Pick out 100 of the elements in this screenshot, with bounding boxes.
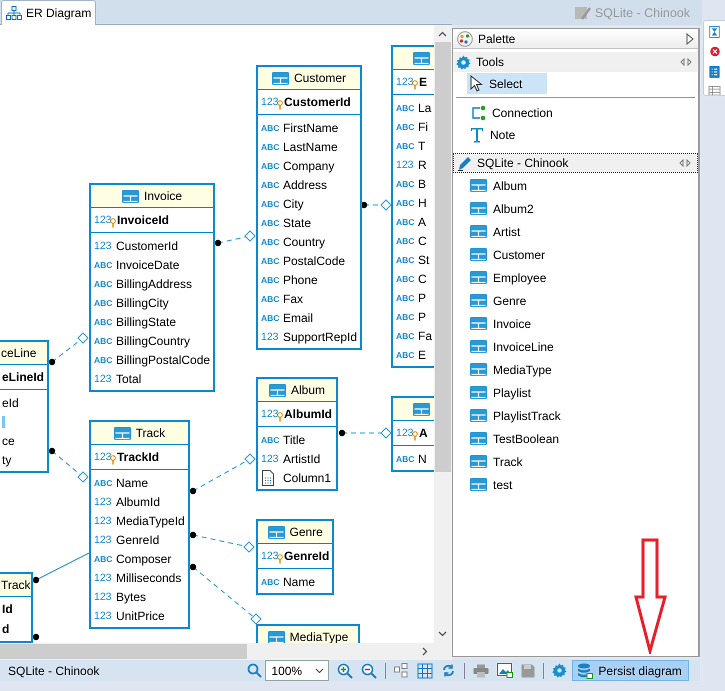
palette-item[interactable]: Connection (467, 102, 562, 123)
table-icon (470, 386, 487, 399)
type-label: ABC (94, 354, 114, 364)
column-name: Milliseconds (116, 570, 182, 584)
entity-table[interactable]: Genre 123 GenreId ABC Name (256, 519, 334, 595)
entity-table[interactable]: Track 123 TrackId ABC Name 123 AlbumId 123 MediaTypeId 123 GenreId ABC Composer 123 Milliseconds 123 Bytes 123 UnitPrice (89, 420, 190, 629)
zoom-in-icon[interactable] (337, 662, 354, 678)
persist-diagram-button[interactable]: Persist diagram (572, 660, 689, 681)
type-label: ABC (396, 102, 416, 112)
save-icon[interactable] (521, 664, 536, 678)
column-name: ArtistId (283, 452, 320, 466)
column-name: CustomerId (284, 95, 351, 109)
palette-item[interactable]: Select (467, 73, 547, 94)
scroll-up-icon[interactable] (438, 31, 447, 37)
entity-table[interactable]: Album 123 AlbumId ABC Title 123 ArtistId Column1 (256, 377, 338, 491)
horizontal-scrollbar[interactable] (0, 643, 452, 660)
palette-item[interactable]: Artist (467, 221, 530, 242)
scroll-thumb[interactable] (435, 42, 451, 472)
type-label: 123 (261, 330, 280, 342)
relationship-line (32, 552, 90, 584)
entity-table[interactable]: Invoice 123 InvoiceId 123 CustomerId ABC InvoiceDate ABC BillingAddress ABC BillingCity ABC BillingState ABC BillingCountry ABC BillingPostalCode 123 Total (89, 183, 216, 392)
palette-item[interactable]: test (467, 474, 522, 495)
entity-name: Album (290, 383, 325, 397)
palette-item[interactable]: InvoiceLine (467, 336, 563, 357)
hourglass-icon[interactable] (708, 26, 721, 38)
column-name: CustomerId (116, 238, 178, 252)
print-icon[interactable] (473, 664, 490, 678)
palette-item[interactable]: Note (467, 124, 524, 145)
gear-icon[interactable] (552, 663, 568, 678)
column-name: PostalCode (283, 254, 346, 268)
scroll-down-icon[interactable] (438, 631, 447, 637)
palette-item[interactable]: Playlist (467, 382, 540, 403)
column-name: AlbumId (116, 494, 160, 508)
palette-item[interactable]: Album (467, 175, 536, 196)
type-label: 123 (261, 96, 279, 108)
key-icon (110, 218, 116, 228)
entity-name: ceLine (1, 346, 36, 360)
palette-item[interactable]: MediaType (467, 359, 561, 380)
table-icon (470, 294, 487, 307)
type-label: ABC (396, 140, 416, 150)
column-name: B (418, 176, 426, 190)
layout-icon[interactable] (394, 663, 410, 678)
document-icon (261, 470, 275, 486)
palette-item[interactable]: Employee (467, 267, 556, 288)
error-icon[interactable] (708, 46, 722, 58)
column-name: BillingCountry (116, 334, 190, 348)
diagram-icon (6, 6, 22, 20)
palette-header[interactable]: Palette (453, 29, 698, 49)
column-name: Fi (418, 120, 428, 134)
palette-item[interactable]: PlaylistTrack (467, 405, 570, 426)
palette-item[interactable]: Album2 (467, 198, 543, 219)
vertical-scrollbar[interactable] (434, 25, 452, 643)
key-icon (412, 80, 418, 90)
entity-table[interactable]: ceLine eLineId eId ce ty (0, 340, 50, 473)
palette-item[interactable]: Genre (467, 290, 536, 311)
palette-item[interactable]: Track (467, 451, 532, 472)
scroll-thumb[interactable] (0, 644, 247, 659)
column-name: Phone (283, 272, 318, 286)
zoom-dropdown[interactable]: 100% (265, 660, 330, 681)
entity-table[interactable]: Track Id d (0, 572, 33, 643)
column-icon (2, 416, 5, 428)
type-label: 123 (94, 590, 113, 602)
column-name: ce (2, 434, 15, 448)
pin-icon[interactable] (680, 58, 692, 66)
search-icon[interactable] (247, 663, 262, 678)
export-image-icon[interactable] (497, 663, 514, 678)
entity-table[interactable]: 123 E ABC La ABC Fi ABC T 123 R ABC B ABC H ABC A ABC C ABC St ABC C ABC P ABC P ABC Fa ABC E (391, 45, 434, 368)
grid-icon[interactable] (417, 662, 434, 678)
column-name: C (418, 272, 427, 286)
palette-group-header[interactable]: SQLite - Chinook (453, 153, 698, 173)
type-label: ABC (261, 434, 280, 444)
entity-table[interactable]: 123 A ABC N (391, 396, 434, 472)
column-name: Bytes (116, 590, 146, 604)
column-name: UnitPrice (116, 608, 165, 622)
palette-icon (457, 30, 473, 46)
palette-group-header[interactable]: Tools (453, 52, 698, 72)
group-title: SQLite - Chinook (477, 156, 570, 170)
column-name: TrackId (117, 450, 160, 464)
gear-icon (456, 54, 471, 70)
type-label: ABC (261, 274, 280, 284)
palette-item[interactable]: TestBoolean (467, 428, 568, 449)
editor-tab[interactable]: ER Diagram (1, 0, 96, 25)
scroll-right-icon[interactable] (422, 647, 428, 656)
type-label: ABC (396, 236, 416, 246)
palette-item[interactable]: Customer (467, 244, 554, 265)
column-name: A (418, 214, 426, 228)
type-label: ABC (396, 330, 416, 340)
column-name: MediaTypeId (116, 514, 185, 528)
expand-arrow-icon[interactable] (686, 32, 694, 44)
entity-table[interactable]: Customer 123 CustomerId ABC FirstName ABC LastName ABC Company ABC Address ABC City ABC State ABC Country ABC PostalCode ABC Phone ABC Fax ABC Email 123 SupportRepId (256, 65, 362, 350)
column-name: eId (2, 396, 19, 410)
palette-item[interactable]: Invoice (467, 313, 540, 334)
zoom-out-icon[interactable] (361, 662, 378, 678)
list-icon[interactable] (708, 66, 721, 78)
column-name: Id (2, 602, 13, 616)
refresh-icon[interactable] (441, 663, 456, 678)
type-label: ABC (396, 350, 416, 360)
grid-icon[interactable] (707, 86, 722, 95)
pin-icon[interactable] (679, 159, 691, 167)
table-icon (114, 426, 131, 440)
